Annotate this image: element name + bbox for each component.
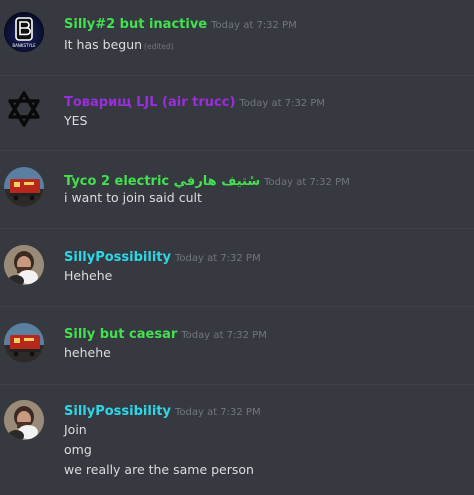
author-name[interactable]: Silly#2 but inactive bbox=[64, 17, 207, 32]
message-header: Silly but caesar Today at 7:32 PM bbox=[64, 324, 267, 345]
edited-label: (edited) bbox=[144, 42, 174, 51]
person-avatar-icon bbox=[4, 245, 44, 285]
message-text: Join bbox=[64, 421, 87, 439]
message-text: i want to join said cult bbox=[64, 189, 202, 207]
message-group: Silly but caesar Today at 7:32 PM hehehe bbox=[0, 307, 474, 384]
message-content: i want to join said cult bbox=[64, 190, 202, 205]
avatar[interactable]: BANKSTYLE bbox=[4, 12, 44, 52]
message-group: BANKSTYLE Silly#2 but inactive Today at 7… bbox=[0, 0, 474, 75]
timestamp: Today at 7:32 PM bbox=[211, 20, 297, 31]
message-header: SillyPossibility Today at 7:32 PM bbox=[64, 401, 261, 422]
message-text: It has begun (edited) bbox=[64, 36, 174, 56]
author-name[interactable]: SillyPossibility bbox=[64, 404, 171, 419]
message-content: Join bbox=[64, 422, 87, 437]
message-group: SillyPossibility Today at 7:32 PM Hehehe bbox=[0, 229, 474, 306]
svg-text:BANKSTYLE: BANKSTYLE bbox=[12, 43, 36, 48]
b-logo-avatar-icon: BANKSTYLE bbox=[4, 12, 44, 52]
timestamp: Today at 7:32 PM bbox=[239, 98, 326, 109]
timestamp: Today at 7:32 PM bbox=[181, 330, 267, 341]
message-text: omg bbox=[64, 441, 92, 459]
avatar[interactable] bbox=[4, 245, 44, 285]
avatar[interactable] bbox=[4, 167, 44, 207]
message-header: Товарищ LJL (air trucc) Today at 7:32 PM bbox=[64, 92, 325, 113]
avatar[interactable] bbox=[4, 400, 44, 440]
message-content: It has begun bbox=[64, 37, 143, 52]
avatar[interactable] bbox=[4, 323, 44, 363]
author-name[interactable]: Tyco 2 electric سٔتيف هارفي bbox=[64, 174, 260, 189]
message-header: Silly#2 but inactive Today at 7:32 PM bbox=[64, 14, 297, 35]
chat-message-list: BANKSTYLE Silly#2 but inactive Today at 7… bbox=[0, 0, 474, 495]
message-content: hehehe bbox=[64, 345, 111, 360]
message-group: SillyPossibility Today at 7:32 PM Join om… bbox=[0, 385, 474, 495]
message-text: Hehehe bbox=[64, 267, 112, 285]
timestamp: Today at 7:32 PM bbox=[264, 177, 350, 188]
message-group: Товарищ LJL (air trucc) Today at 7:32 PM … bbox=[0, 76, 474, 150]
train-avatar-icon bbox=[4, 323, 44, 363]
message-content: Hehehe bbox=[64, 268, 113, 283]
avatar[interactable] bbox=[4, 89, 44, 129]
message-text: YES bbox=[64, 112, 87, 130]
message-content: we really are the same person bbox=[64, 462, 254, 477]
timestamp: Today at 7:32 PM bbox=[174, 253, 261, 264]
message-text: hehehe bbox=[64, 344, 111, 362]
hexagram-avatar-icon bbox=[8, 91, 40, 127]
author-name[interactable]: Товарищ LJL (air trucc) bbox=[64, 95, 235, 110]
message-group: Tyco 2 electric سٔتيف هارفي Today at 7:32… bbox=[0, 151, 474, 228]
timestamp: Today at 7:32 PM bbox=[174, 407, 261, 418]
message-header: SillyPossibility Today at 7:32 PM bbox=[64, 247, 261, 268]
author-name[interactable]: SillyPossibility bbox=[64, 250, 171, 265]
train-avatar-icon bbox=[4, 167, 44, 207]
message-content: omg bbox=[64, 442, 92, 457]
author-name[interactable]: Silly but caesar bbox=[64, 327, 177, 342]
message-content: YES bbox=[64, 113, 88, 128]
message-text: we really are the same person bbox=[64, 461, 254, 479]
person-avatar-icon bbox=[4, 400, 44, 440]
